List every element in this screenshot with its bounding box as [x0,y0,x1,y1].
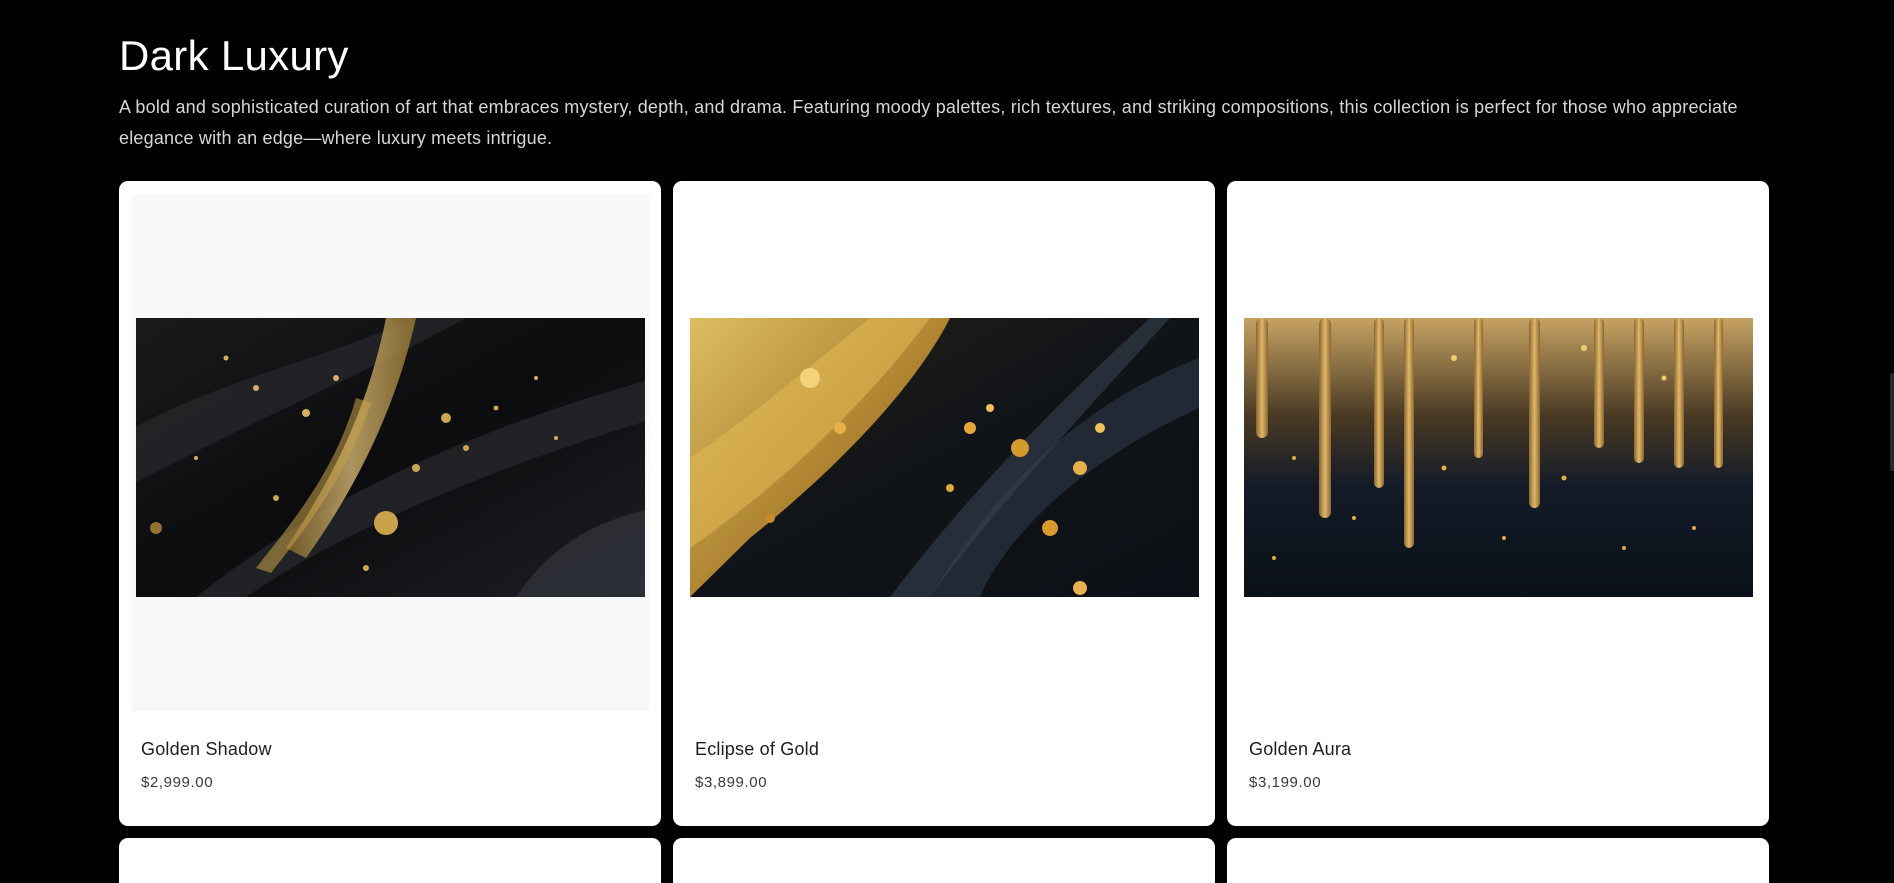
product-card[interactable] [119,838,661,883]
golden-aura-artwork[interactable] [1244,318,1753,597]
golden-shadow-artwork[interactable] [136,318,645,597]
product-title[interactable]: Golden Aura [1249,739,1351,760]
product-title[interactable]: Golden Shadow [141,739,272,760]
product-price: $2,999.00 [141,774,214,791]
eclipse-of-gold-artwork-graphic [690,318,1199,597]
scrollbar-thumb[interactable] [1890,373,1894,471]
collection-description: A bold and sophisticated curation of art… [119,97,1738,148]
collection-page: Dark Luxury A bold and sophisticated cur… [0,0,1894,883]
product-price: $3,199.00 [1249,774,1322,791]
golden-shadow-artwork-graphic [136,318,645,597]
product-image-frame[interactable] [132,194,649,711]
product-title[interactable]: Eclipse of Gold [695,739,819,760]
product-card-golden-shadow[interactable]: Golden Shadow $2,999.00 [119,181,661,826]
product-price: $3,899.00 [695,774,768,791]
golden-aura-artwork-graphic [1244,318,1753,597]
product-card[interactable] [673,838,1215,883]
product-grid: Golden Shadow $2,999.00 Eclipse of Gold … [119,181,1771,883]
collection-title: Dark Luxury [119,32,349,79]
product-image-frame[interactable] [1240,194,1757,711]
eclipse-of-gold-artwork[interactable] [690,318,1199,597]
product-card-eclipse-of-gold[interactable]: Eclipse of Gold $3,899.00 [673,181,1215,826]
product-card-golden-aura[interactable]: Golden Aura $3,199.00 [1227,181,1769,826]
product-image-frame[interactable] [686,194,1203,711]
product-card[interactable] [1227,838,1769,883]
